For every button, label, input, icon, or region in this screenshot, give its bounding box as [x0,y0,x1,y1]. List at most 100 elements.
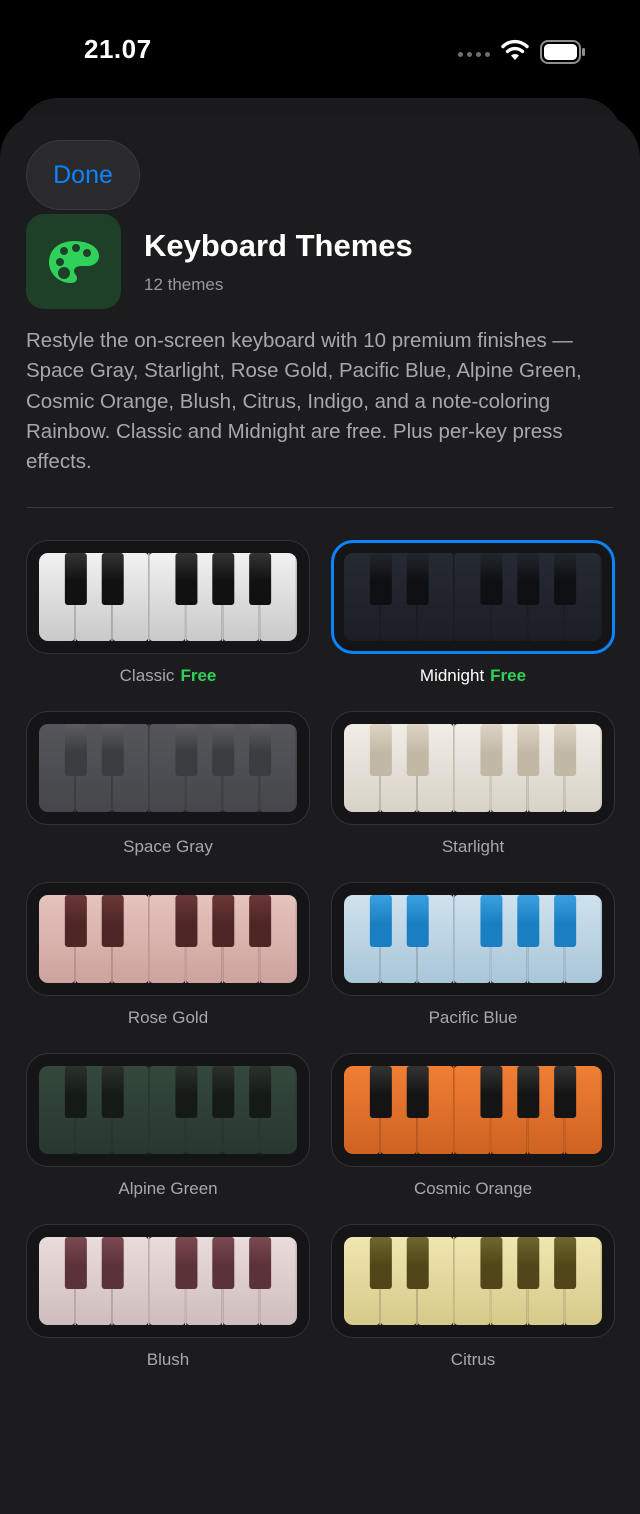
theme-preview-card[interactable] [331,1053,615,1167]
theme-preview-card[interactable] [331,711,615,825]
key-separator [453,553,455,641]
theme-label: Blush [26,1350,310,1370]
status-bar: 21.07 [0,0,640,100]
cellular-signal-icon [458,52,490,57]
key-separator [453,895,455,983]
black-key [249,895,272,947]
black-key [369,895,392,947]
black-key [554,895,577,947]
black-key [369,724,392,776]
theme-classic[interactable]: Classic Free [26,540,310,690]
black-key [212,895,235,947]
black-key [64,724,87,776]
keyboard-preview [39,1066,297,1154]
key-separator [453,1237,455,1325]
theme-label: Pacific Blue [331,1008,615,1028]
key-separator [148,724,150,812]
key-separator [600,895,602,983]
theme-rose-gold[interactable]: Rose Gold [26,882,310,1032]
black-key [249,1237,272,1289]
theme-preview-card[interactable] [331,882,615,996]
key-separator [295,895,297,983]
theme-cosmic-orange[interactable]: Cosmic Orange [331,1053,615,1203]
black-key [517,895,540,947]
theme-citrus[interactable]: Citrus [331,1224,615,1374]
theme-label: Midnight Free [331,666,615,686]
theme-name: Starlight [441,837,505,856]
theme-label: Starlight [331,837,615,857]
black-key [554,553,577,605]
key-separator [148,1237,150,1325]
theme-space-gray[interactable]: Space Gray [26,711,310,861]
black-key [406,1066,429,1118]
key-separator [600,553,602,641]
theme-label: Cosmic Orange [331,1179,615,1199]
theme-midnight[interactable]: Midnight Free [331,540,615,690]
black-key [480,724,503,776]
done-button[interactable]: Done [26,140,140,210]
black-key [212,724,235,776]
black-key [480,1237,503,1289]
battery-icon [540,40,585,64]
theme-name: Cosmic Orange [413,1179,533,1198]
key-separator [295,1237,297,1325]
theme-name: Classic [119,666,175,685]
black-key [554,1066,577,1118]
theme-name: Alpine Green [118,1179,218,1198]
theme-label: Space Gray [26,837,310,857]
black-key [480,895,503,947]
black-key [175,724,198,776]
black-key [249,1066,272,1118]
theme-name: Space Gray [123,837,213,856]
theme-preview-card[interactable] [26,1053,310,1167]
key-separator [600,1237,602,1325]
theme-preview-card[interactable] [331,540,615,654]
theme-blush[interactable]: Blush [26,1224,310,1374]
theme-label: Classic Free [26,666,310,686]
black-key [212,1237,235,1289]
theme-name: Rose Gold [127,1008,209,1027]
theme-preview-card[interactable] [331,1224,615,1338]
black-key [369,1066,392,1118]
black-key [369,553,392,605]
key-separator [295,553,297,641]
black-key [101,895,124,947]
theme-preview-card[interactable] [26,1224,310,1338]
black-key [64,1066,87,1118]
key-separator [453,1066,455,1154]
theme-starlight[interactable]: Starlight [331,711,615,861]
keyboard-preview [39,553,297,641]
black-key [406,895,429,947]
theme-alpine-green[interactable]: Alpine Green [26,1053,310,1203]
theme-label: Alpine Green [26,1179,310,1199]
keyboard-preview [344,895,602,983]
black-key [175,1237,198,1289]
theme-name: Blush [146,1350,190,1369]
black-key [64,895,87,947]
theme-preview-card[interactable] [26,882,310,996]
black-key [175,895,198,947]
theme-preview-card[interactable] [26,711,310,825]
free-badge: Free [490,666,527,685]
key-separator [295,1066,297,1154]
black-key [554,1237,577,1289]
theme-name: Midnight [419,666,485,685]
themes-sheet: Done Keyboard Themes 12 themes Restyle t… [0,114,640,1514]
black-key [101,553,124,605]
black-key [406,724,429,776]
theme-pacific-blue[interactable]: Pacific Blue [331,882,615,1032]
theme-preview-card[interactable] [26,540,310,654]
status-time: 21.07 [84,34,152,64]
black-key [175,1066,198,1118]
black-key [406,1237,429,1289]
black-key [101,724,124,776]
keyboard-preview [39,724,297,812]
key-separator [600,1066,602,1154]
black-key [101,1237,124,1289]
black-key [517,1237,540,1289]
wifi-icon [501,39,529,60]
key-separator [148,553,150,641]
divider [26,507,614,508]
keyboard-preview [344,1237,602,1325]
theme-label: Citrus [331,1350,615,1370]
